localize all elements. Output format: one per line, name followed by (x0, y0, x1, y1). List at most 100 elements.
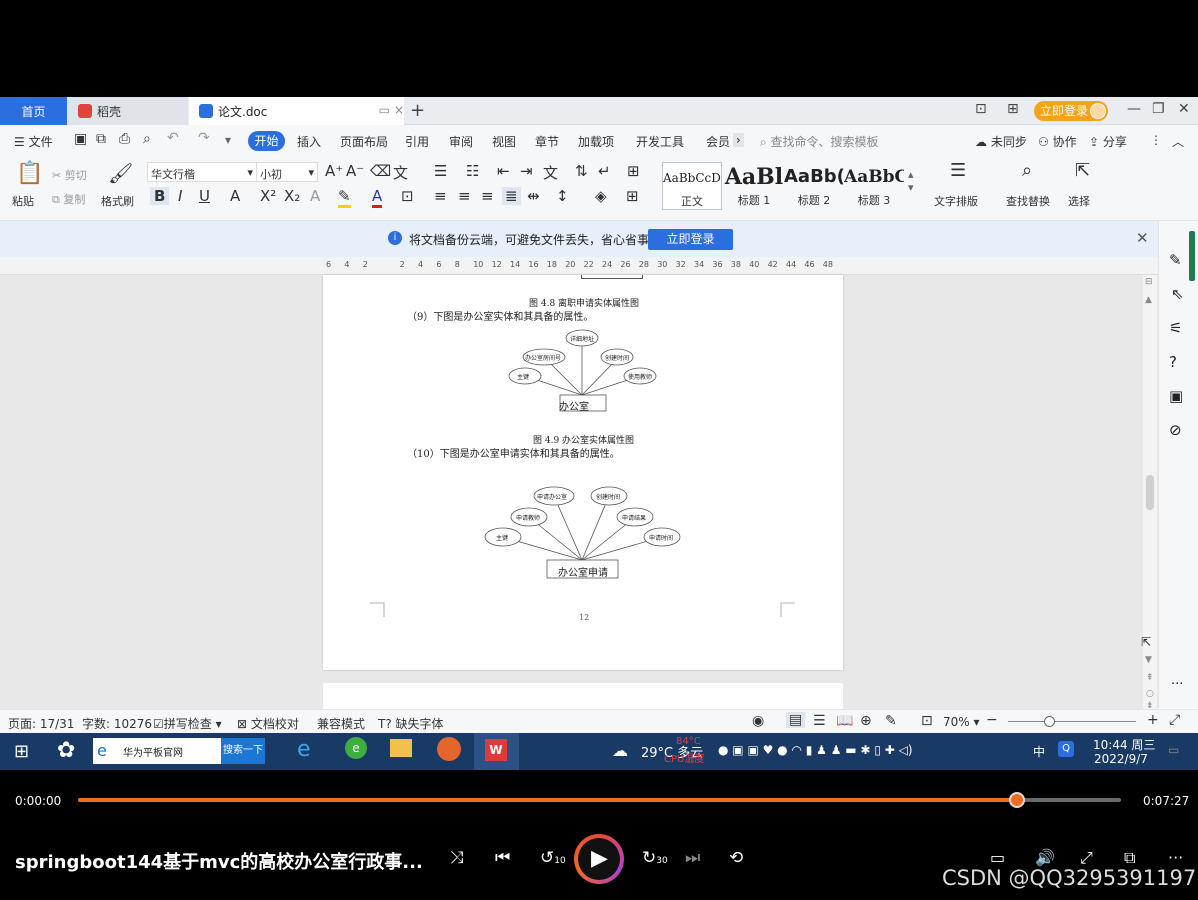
game-app-icon[interactable] (437, 737, 461, 761)
align-center-icon[interactable]: ≡ (458, 187, 471, 205)
text-layout-icon[interactable]: ☰ (950, 160, 966, 181)
taskbar-search-button[interactable]: 搜索一下 (221, 738, 265, 764)
char-border-button[interactable]: ⊡ (401, 187, 414, 205)
style-heading1[interactable]: AaBl 标题 1 (724, 162, 784, 210)
collapse-ribbon-icon[interactable]: ︿ (1172, 133, 1184, 150)
cut-button[interactable]: ✂ 剪切 (52, 167, 87, 183)
proofread[interactable]: ⊠ 文档校对 (237, 715, 299, 732)
zoom-level[interactable]: 70% ▾ (943, 715, 980, 729)
tab-devtools[interactable]: 开发工具 (636, 133, 684, 150)
page-view-icon[interactable]: ▤ (786, 712, 806, 728)
clock-date[interactable]: 2022/9/7 (1094, 752, 1148, 766)
select-browse-icon[interactable]: ○ (1146, 689, 1154, 699)
sync-status[interactable]: ☁ 未同步 (975, 133, 1027, 150)
find-icon[interactable]: ⌕ (1022, 160, 1032, 181)
shrink-font-icon[interactable]: A⁻ (346, 162, 364, 180)
grow-font-icon[interactable]: A⁺ (325, 162, 343, 180)
restore-icon[interactable]: ❐ (1152, 101, 1165, 117)
increase-indent-icon[interactable]: ⇥ (520, 162, 533, 180)
show-desktop-icon[interactable]: ▭ (1168, 743, 1179, 757)
tray-icons[interactable]: ● ▣ ▣ ♥ ● ◠ ▮ ♟ ♟ ▬ ✱ ▯ ✚ ◁) (718, 743, 913, 757)
redo-icon[interactable]: ↷ (198, 130, 210, 146)
prev-page-icon[interactable]: ⇞ (1146, 673, 1154, 683)
style-heading3[interactable]: AaBbC 标题 3 (844, 162, 904, 210)
adjust-icon[interactable]: ⚟ (1169, 319, 1182, 337)
more-dots-icon[interactable]: ··· (1171, 677, 1183, 692)
quick-access-chevron-icon[interactable]: ▾ (225, 133, 231, 147)
fullscreen-video-icon[interactable]: ⤢ (1080, 848, 1093, 868)
scroll-up-icon[interactable]: ▲ (1145, 295, 1152, 305)
page-indicator[interactable]: 页面: 17/31 (8, 715, 74, 732)
tab-page-layout[interactable]: 页面布局 (340, 133, 388, 150)
more-options-icon[interactable]: ⋮ (1150, 133, 1162, 147)
eye-icon[interactable]: ◉ (752, 713, 764, 729)
pip-icon[interactable]: ⧉ (1124, 848, 1135, 868)
command-search[interactable]: ⌕ 查找命令、搜索模板 (760, 133, 879, 150)
format-painter-button[interactable]: 格式刷 (101, 193, 134, 209)
phonetic-icon[interactable]: 文 (393, 162, 408, 183)
tab-review[interactable]: 审阅 (449, 133, 473, 150)
tab-home[interactable]: 首页 (0, 97, 67, 125)
minimize-icon[interactable]: — (1127, 101, 1141, 117)
subtitles-icon[interactable]: ▭ (990, 848, 1005, 867)
compat-mode[interactable]: 兼容模式 (317, 715, 365, 732)
tab-chapter[interactable]: 章节 (535, 133, 559, 150)
shading-icon[interactable]: ◈ (595, 187, 607, 205)
word-count[interactable]: 字数: 10276 (82, 715, 152, 732)
underline-button[interactable]: U (199, 187, 210, 205)
zoom-slider[interactable] (1008, 721, 1136, 722)
show-marks-icon[interactable]: ↵ (598, 162, 611, 180)
decrease-indent-icon[interactable]: ⇤ (497, 162, 510, 180)
align-right-icon[interactable]: ≡ (481, 187, 494, 205)
close-notice-icon[interactable]: ✕ (1136, 229, 1149, 247)
clear-format-icon[interactable]: ⌫ (370, 162, 391, 180)
tab-document[interactable]: 论文.doc ▭ × (189, 97, 404, 125)
reading-view-icon[interactable]: 📖 (836, 713, 853, 729)
scroll-top-icon[interactable]: ⊟ (1145, 277, 1153, 287)
write-mode-icon[interactable]: ✎ (885, 713, 897, 729)
file-menu[interactable]: ☰ 文件 (14, 133, 53, 150)
font-family-select[interactable]: 华文行楷 ▾ (147, 162, 257, 182)
next-page-icon[interactable]: ⇟ (1146, 701, 1154, 709)
wps-taskbar-item[interactable]: W (474, 733, 519, 770)
tab-insert[interactable]: 插入 (297, 133, 321, 150)
tab-daoke[interactable]: 稻壳 (68, 97, 188, 125)
fit-page-icon[interactable]: ⊡ (921, 713, 933, 729)
style-scroll-icon[interactable]: ▴ ▾ (908, 168, 914, 194)
save-icon[interactable]: ▣ (74, 131, 87, 147)
table-marks-icon[interactable]: ⊞ (627, 162, 640, 180)
align-left-icon[interactable]: ≡ (434, 187, 447, 205)
help-icon[interactable]: ? (1169, 353, 1177, 371)
apps-grid-icon[interactable]: ⊞ (1007, 101, 1019, 117)
tab-addins[interactable]: 加载项 (578, 133, 614, 150)
missing-font[interactable]: T? 缺失字体 (378, 715, 444, 732)
loop-off-icon[interactable]: ⟲ (729, 848, 743, 868)
font-size-select[interactable]: 小初 ▾ (256, 162, 318, 182)
image-tool-icon[interactable]: ▣ (1169, 387, 1183, 405)
web-view-icon[interactable]: ⊕ (860, 713, 872, 729)
borders-icon[interactable]: ⊞ (626, 187, 639, 205)
tab-member[interactable]: 会员 (706, 133, 730, 150)
export-icon[interactable]: ⧉ (96, 131, 106, 147)
file-explorer-icon[interactable] (390, 739, 412, 757)
text-effect-button[interactable]: A (310, 187, 320, 205)
rewind-icon[interactable]: ↺10 (540, 848, 566, 868)
volume-icon[interactable]: 🔊 (1035, 848, 1055, 867)
strike-button[interactable]: A (230, 187, 240, 205)
highlight-button[interactable]: ✎ (338, 187, 351, 208)
bold-button[interactable]: B (150, 187, 170, 205)
paste-icon[interactable]: 📋 (16, 161, 43, 186)
style-normal[interactable]: AaBbCcDd 正文 (662, 162, 722, 210)
italic-button[interactable]: I (178, 187, 182, 205)
tab-start[interactable]: 开始 (248, 131, 285, 151)
taskbar-search-box[interactable]: e 华为平板官网 (93, 738, 221, 764)
tab-view[interactable]: 视图 (492, 133, 516, 150)
edge-browser-icon[interactable]: e (297, 737, 311, 762)
scroll-thumb[interactable] (1146, 475, 1154, 510)
tab-monitor-icon[interactable]: ▭ (379, 103, 390, 117)
close-window-icon[interactable]: ✕ (1178, 101, 1190, 117)
new-tab-button[interactable]: + (410, 100, 425, 121)
video-progress-track[interactable] (78, 792, 1121, 808)
app-launcher-icon[interactable]: ✿ (57, 738, 75, 763)
forward-icon[interactable]: ↻30 (642, 848, 668, 868)
